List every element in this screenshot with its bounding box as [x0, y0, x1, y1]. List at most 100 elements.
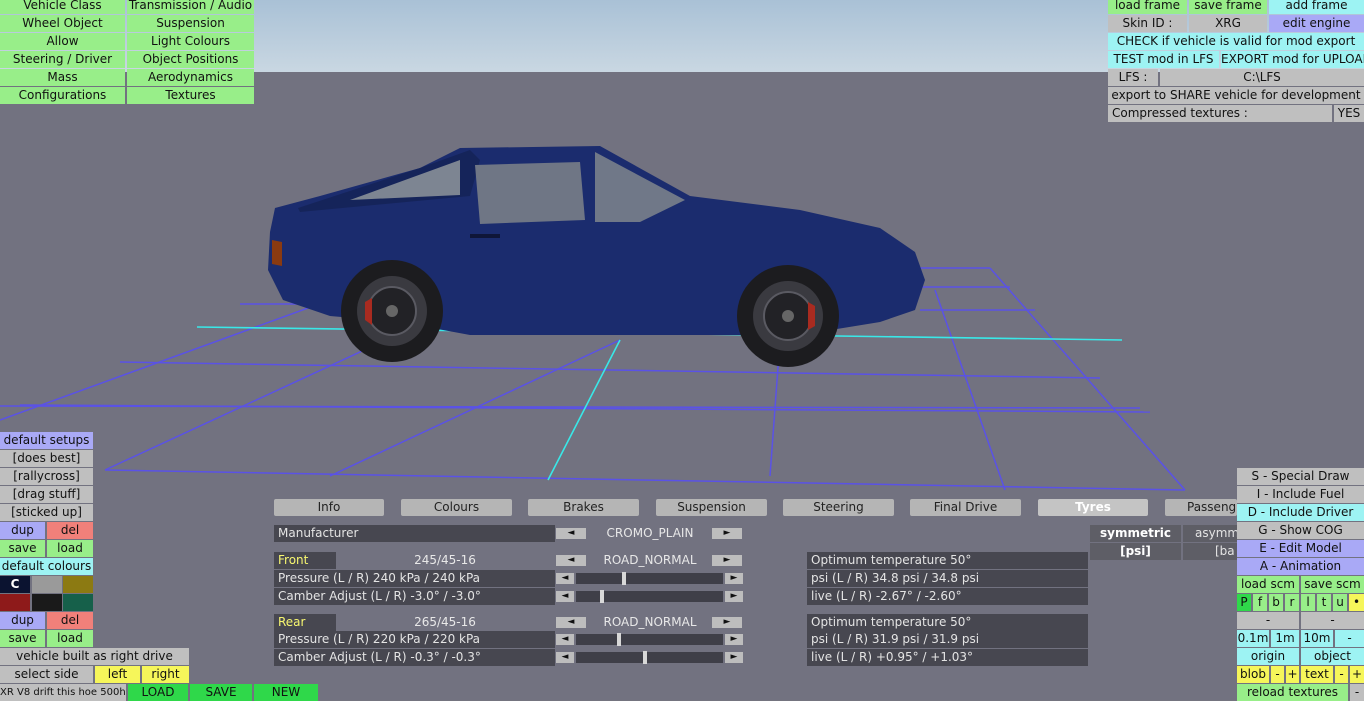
menu-suspension[interactable]: Suspension: [127, 15, 254, 32]
include-driver-button[interactable]: D - Include Driver: [1237, 504, 1364, 521]
dup-setup-button[interactable]: dup: [0, 522, 45, 539]
flag-t[interactable]: t: [1317, 594, 1331, 611]
export-mod-button[interactable]: EXPORT mod for UPLOAD: [1221, 51, 1364, 68]
del-colour-button[interactable]: del: [47, 612, 93, 629]
flag-u[interactable]: u: [1333, 594, 1347, 611]
new-vehicle-button[interactable]: NEW: [254, 684, 318, 701]
minus-right-button[interactable]: -: [1301, 612, 1364, 629]
menu-transmission-audio[interactable]: Transmission / Audio: [127, 0, 254, 14]
manufacturer-next-icon[interactable]: ►: [712, 528, 742, 539]
menu-configurations[interactable]: Configurations: [0, 87, 125, 104]
scale-0-1m-button[interactable]: 0.1m: [1237, 630, 1269, 647]
flag-p[interactable]: P: [1237, 594, 1251, 611]
tab-brakes[interactable]: Brakes: [528, 499, 639, 516]
scale-minus-button[interactable]: -: [1335, 630, 1364, 647]
tab-steering[interactable]: Steering: [783, 499, 894, 516]
default-setups-button[interactable]: default setups: [0, 432, 93, 449]
right-side-button[interactable]: right: [142, 666, 189, 683]
front-pressure-dec-icon[interactable]: ◄: [556, 573, 574, 584]
blob-plus-button[interactable]: +: [1286, 666, 1299, 683]
rear-pressure-inc-icon[interactable]: ►: [725, 634, 743, 645]
menu-steering-driver[interactable]: Steering / Driver: [0, 51, 125, 68]
compressed-textures-toggle[interactable]: YES: [1334, 105, 1364, 122]
menu-vehicle-class[interactable]: Vehicle Class: [0, 0, 125, 14]
colour-swatch-c[interactable]: C: [0, 576, 30, 593]
del-setup-button[interactable]: del: [47, 522, 93, 539]
front-camber-knob[interactable]: [600, 590, 604, 603]
tab-final-drive[interactable]: Final Drive: [910, 499, 1021, 516]
setup-rallycross[interactable]: [rallycross]: [0, 468, 93, 485]
menu-light-colours[interactable]: Light Colours: [127, 33, 254, 50]
menu-mass[interactable]: Mass: [0, 69, 125, 86]
rear-camber-knob[interactable]: [643, 651, 647, 664]
add-frame-button[interactable]: add frame: [1269, 0, 1364, 14]
front-camber-dec-icon[interactable]: ◄: [556, 591, 574, 602]
symmetric-button[interactable]: symmetric: [1090, 525, 1181, 542]
export-share-button[interactable]: export to SHARE vehicle for development: [1108, 87, 1364, 104]
scale-1m-button[interactable]: 1m: [1271, 630, 1299, 647]
tab-suspension[interactable]: Suspension: [656, 499, 767, 516]
reload-minus-button[interactable]: -: [1350, 684, 1364, 701]
vehicle-name-field[interactable]: XR V8 drift this hoe 500hp: [0, 684, 126, 701]
rear-type-next-icon[interactable]: ►: [712, 617, 742, 628]
menu-aerodynamics[interactable]: Aerodynamics: [127, 69, 254, 86]
load-scm-button[interactable]: load scm: [1237, 576, 1299, 593]
rear-pressure-dec-icon[interactable]: ◄: [556, 634, 574, 645]
menu-wheel-object[interactable]: Wheel Object: [0, 15, 125, 32]
rear-camber-dec-icon[interactable]: ◄: [556, 652, 574, 663]
setup-does-best[interactable]: [does best]: [0, 450, 93, 467]
front-type-prev-icon[interactable]: ◄: [556, 555, 586, 566]
show-cog-button[interactable]: G - Show COG: [1237, 522, 1364, 539]
include-fuel-button[interactable]: I - Include Fuel: [1237, 486, 1364, 503]
dup-colour-button[interactable]: dup: [0, 612, 45, 629]
special-draw-button[interactable]: S - Special Draw: [1237, 468, 1364, 485]
save-frame-button[interactable]: save frame: [1189, 0, 1267, 14]
flag-b[interactable]: b: [1269, 594, 1283, 611]
minus-left-button[interactable]: -: [1237, 612, 1299, 629]
colour-swatch-5[interactable]: [32, 594, 62, 611]
rear-pressure-knob[interactable]: [617, 633, 621, 646]
edit-model-button[interactable]: E - Edit Model: [1237, 540, 1364, 557]
load-setup-button[interactable]: load: [47, 540, 93, 557]
text-button[interactable]: text: [1301, 666, 1333, 683]
psi-unit-button[interactable]: [psi]: [1090, 543, 1181, 560]
rear-pressure-slider[interactable]: [576, 633, 723, 646]
flag-l[interactable]: l: [1301, 594, 1315, 611]
animation-button[interactable]: A - Animation: [1237, 558, 1364, 575]
scale-10m-button[interactable]: 10m: [1301, 630, 1333, 647]
menu-allow[interactable]: Allow: [0, 33, 125, 50]
load-frame-button[interactable]: load frame: [1108, 0, 1187, 14]
front-pressure-knob[interactable]: [622, 572, 626, 585]
flag-f[interactable]: f: [1253, 594, 1267, 611]
manufacturer-prev-icon[interactable]: ◄: [556, 528, 586, 539]
bar-unit-button[interactable]: [ba: [1183, 543, 1237, 560]
origin-button[interactable]: origin: [1237, 648, 1299, 665]
skin-id-value[interactable]: XRG: [1189, 15, 1267, 32]
tab-passengers[interactable]: Passeng: [1165, 499, 1237, 516]
colour-swatch-4[interactable]: [0, 594, 30, 611]
setup-sticked-up[interactable]: [sticked up]: [0, 504, 93, 521]
default-colours-button[interactable]: default colours: [0, 558, 93, 575]
tab-info[interactable]: Info: [274, 499, 384, 516]
test-mod-button[interactable]: TEST mod in LFS: [1108, 51, 1219, 68]
colour-swatch-3[interactable]: [63, 576, 93, 593]
front-camber-inc-icon[interactable]: ►: [725, 591, 743, 602]
colour-swatch-6[interactable]: [63, 594, 93, 611]
save-vehicle-button[interactable]: SAVE: [190, 684, 252, 701]
menu-textures[interactable]: Textures: [127, 87, 254, 104]
setup-drag-stuff[interactable]: [drag stuff]: [0, 486, 93, 503]
text-minus-button[interactable]: -: [1335, 666, 1348, 683]
front-pressure-inc-icon[interactable]: ►: [725, 573, 743, 584]
flag-r[interactable]: r: [1285, 594, 1299, 611]
tab-tyres[interactable]: Tyres: [1038, 499, 1148, 516]
asymmetric-button[interactable]: asymm: [1183, 525, 1237, 542]
reload-textures-button[interactable]: reload textures: [1237, 684, 1348, 701]
menu-object-positions[interactable]: Object Positions: [127, 51, 254, 68]
front-pressure-slider[interactable]: [576, 572, 723, 585]
object-button[interactable]: object: [1301, 648, 1364, 665]
save-setup-button[interactable]: save: [0, 540, 45, 557]
lfs-path[interactable]: C:\LFS: [1160, 69, 1364, 86]
load-vehicle-button[interactable]: LOAD: [128, 684, 188, 701]
tab-colours[interactable]: Colours: [401, 499, 512, 516]
check-valid-button[interactable]: CHECK if vehicle is valid for mod export: [1108, 33, 1364, 50]
